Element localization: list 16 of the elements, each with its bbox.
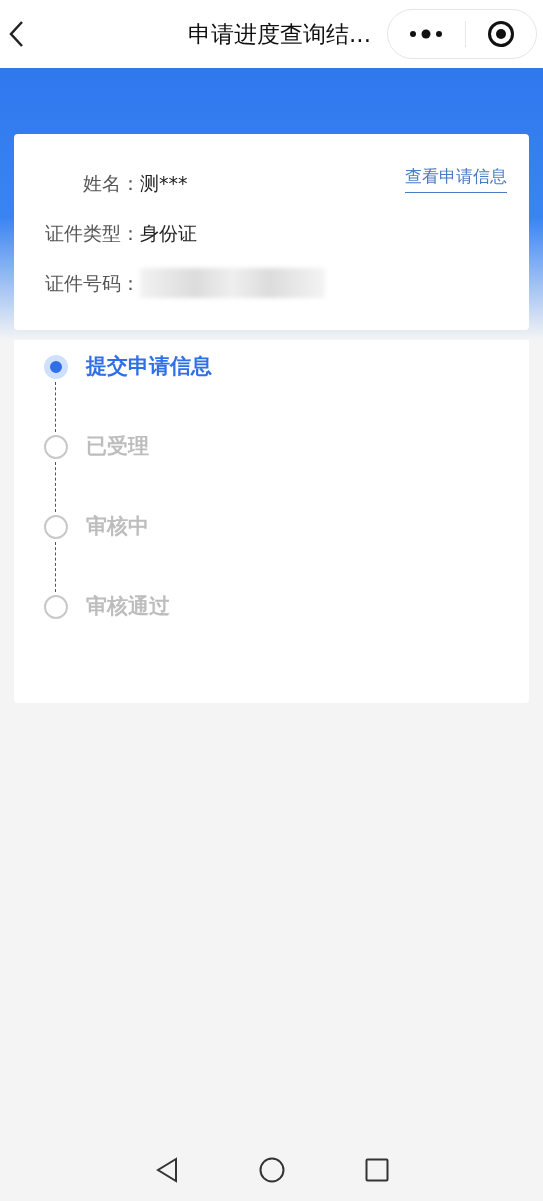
recents-icon[interactable]	[364, 1158, 389, 1182]
step-label: 审核中	[86, 513, 149, 541]
field-value: 测***	[140, 170, 188, 196]
step-label: 审核通过	[86, 593, 170, 621]
more-icon[interactable]	[409, 29, 444, 39]
field-label: 证件类型：	[44, 220, 140, 246]
field-label: 姓名：	[82, 170, 140, 196]
field-value: 身份证	[140, 220, 197, 246]
field-label: 证件号码：	[44, 270, 140, 296]
back-icon[interactable]	[154, 1157, 179, 1183]
home-icon[interactable]	[258, 1157, 285, 1183]
view-application-link[interactable]: 查看申请信息	[405, 164, 507, 193]
page-title: 申请进度查询结...	[187, 19, 372, 49]
step-label: 提交申请信息	[86, 353, 212, 381]
step-label: 已受理	[86, 433, 149, 461]
back-icon[interactable]	[8, 20, 24, 48]
